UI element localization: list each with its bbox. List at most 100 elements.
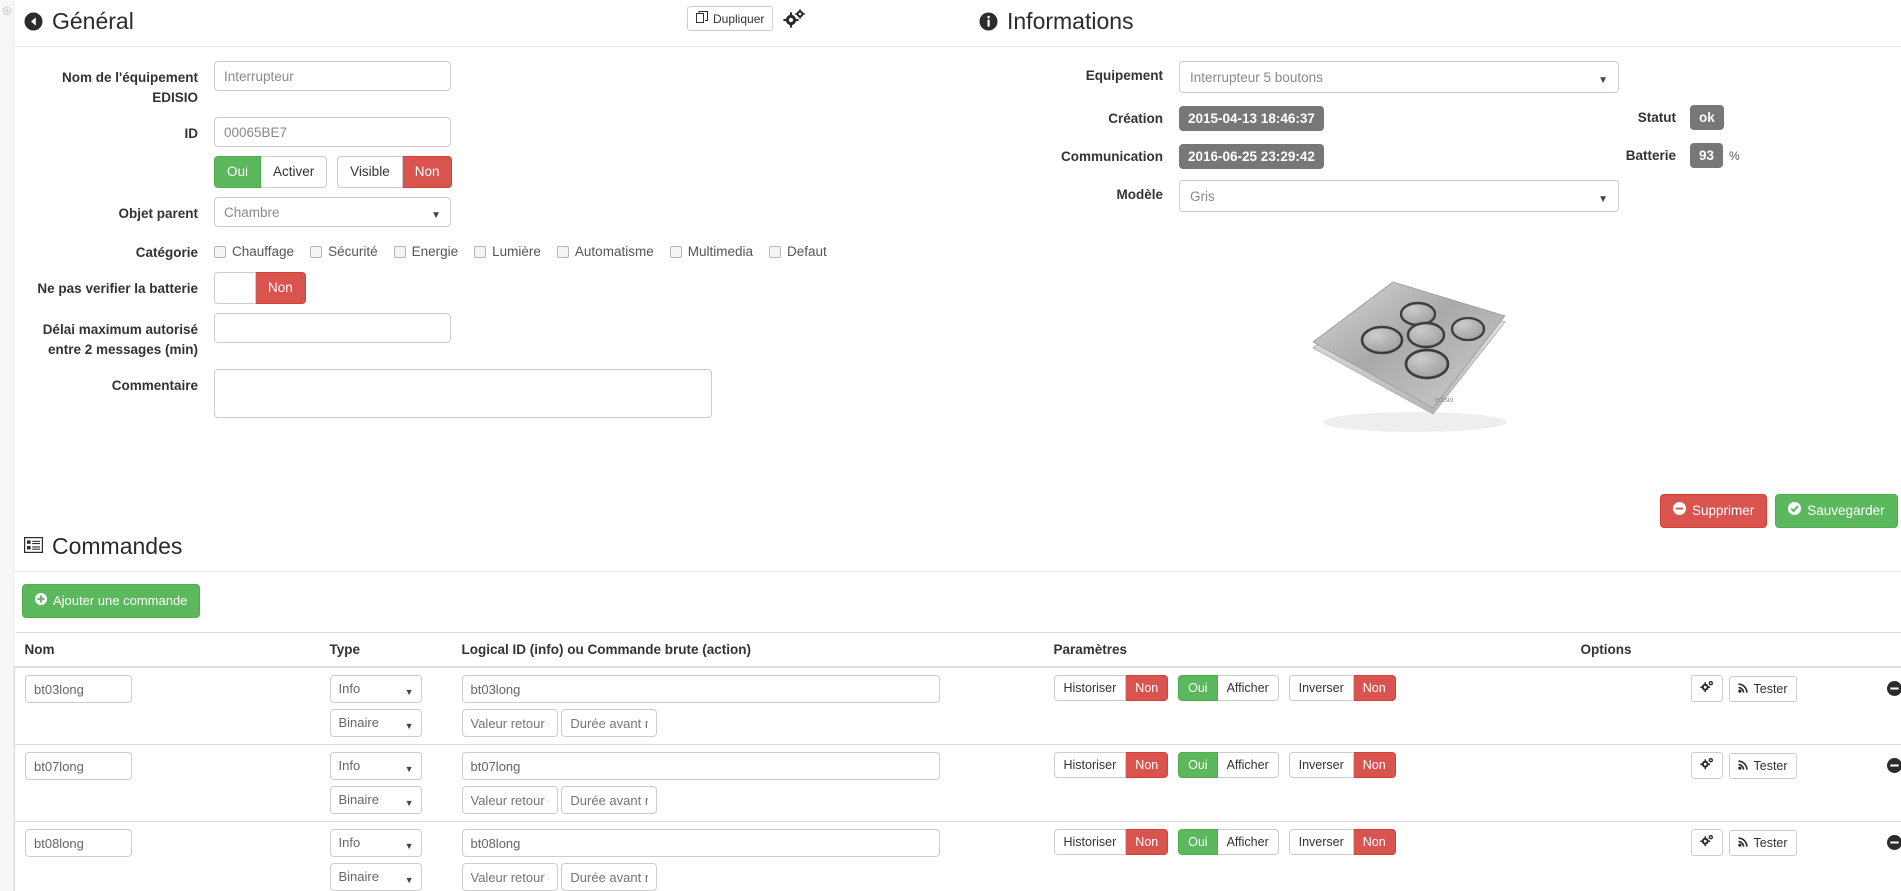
cell-options bbox=[1570, 821, 1681, 891]
category-multimedia[interactable]: Multimedia bbox=[669, 244, 753, 259]
category-chauffage[interactable]: Chauffage bbox=[214, 244, 294, 259]
general-panel: Général Nom de l'équipement EDISIO ID bbox=[14, 0, 969, 520]
category-automatisme[interactable]: Automatisme bbox=[556, 244, 654, 259]
valeur-retour-input[interactable] bbox=[461, 863, 558, 891]
equipement-select[interactable]: Interrupteur 5 boutons ▼ bbox=[1179, 61, 1619, 93]
visible-button[interactable]: Visible bbox=[337, 156, 403, 188]
rss-icon bbox=[1737, 681, 1749, 697]
duree-avant-retour-input[interactable] bbox=[561, 863, 658, 891]
command-test-button[interactable]: Tester bbox=[1728, 675, 1797, 702]
chevron-down-icon: ▼ bbox=[404, 875, 414, 885]
command-type-select[interactable]: Info ▼ bbox=[329, 675, 422, 703]
command-subtype-select[interactable]: Binaire ▼ bbox=[329, 786, 422, 814]
battery-check-toggle-group: Non bbox=[214, 272, 306, 304]
category-energie[interactable]: Energie bbox=[393, 244, 458, 259]
checkbox-icon[interactable] bbox=[556, 245, 569, 258]
battery-check-yes-button[interactable] bbox=[214, 272, 256, 304]
communication-row: Communication 2016-06-25 23:29:42 bbox=[969, 142, 1901, 169]
logical-id-input[interactable] bbox=[461, 829, 940, 857]
equipment-name-input[interactable] bbox=[214, 61, 451, 91]
valeur-retour-input[interactable] bbox=[461, 709, 558, 737]
duree-avant-retour-input[interactable] bbox=[561, 786, 658, 814]
inverser-state-button[interactable]: Non bbox=[1353, 829, 1396, 855]
duplicate-button[interactable]: Dupliquer bbox=[687, 6, 774, 31]
commands-table: Nom Type Logical ID (info) ou Commande b… bbox=[14, 632, 1901, 891]
equipment-id-input[interactable] bbox=[214, 117, 451, 147]
checkbox-icon[interactable] bbox=[768, 245, 781, 258]
command-subtype-select[interactable]: Binaire ▼ bbox=[329, 709, 422, 737]
command-subtype-value: Binaire bbox=[338, 869, 379, 884]
afficher-label-button[interactable]: Afficher bbox=[1217, 752, 1279, 778]
command-name-input[interactable] bbox=[25, 752, 132, 780]
inverser-label-button[interactable]: Inverser bbox=[1288, 752, 1354, 778]
logical-id-input[interactable] bbox=[461, 675, 940, 703]
category-securite[interactable]: Sécurité bbox=[310, 244, 378, 259]
historiser-label-button[interactable]: Historiser bbox=[1053, 675, 1127, 701]
checkbox-icon[interactable] bbox=[393, 245, 406, 258]
max-delay-input[interactable] bbox=[214, 313, 451, 343]
inverser-state-button[interactable]: Non bbox=[1353, 752, 1396, 778]
parent-object-select[interactable]: Chambre ▼ bbox=[214, 197, 451, 227]
historiser-toggle-group: Historiser Non bbox=[1053, 829, 1169, 855]
logical-id-input[interactable] bbox=[461, 752, 940, 780]
cell-nom bbox=[14, 744, 320, 822]
command-type-value: Info bbox=[338, 835, 361, 850]
historiser-label-button[interactable]: Historiser bbox=[1053, 829, 1127, 855]
category-lumiere[interactable]: Lumière bbox=[474, 244, 541, 259]
afficher-label-button[interactable]: Afficher bbox=[1217, 675, 1279, 701]
checkbox-icon[interactable] bbox=[474, 245, 487, 258]
afficher-label-button[interactable]: Afficher bbox=[1217, 829, 1279, 855]
command-subtype-select[interactable]: Binaire ▼ bbox=[329, 863, 422, 891]
checkbox-icon[interactable] bbox=[214, 245, 226, 258]
no-battery-check-label: Ne pas verifier la batterie bbox=[37, 281, 198, 296]
command-type-select[interactable]: Info ▼ bbox=[329, 752, 422, 780]
command-type-value: Info bbox=[338, 681, 361, 696]
delete-button[interactable]: Supprimer bbox=[1660, 494, 1768, 528]
chevron-down-icon: ▼ bbox=[404, 841, 414, 851]
arrow-circle-left-icon[interactable] bbox=[24, 12, 43, 31]
historiser-state-button[interactable]: Non bbox=[1126, 675, 1169, 701]
category-defaut[interactable]: Defaut bbox=[768, 244, 827, 259]
enable-yes-button[interactable]: Oui bbox=[214, 156, 262, 188]
historiser-label-button[interactable]: Historiser bbox=[1053, 752, 1127, 778]
afficher-state-button[interactable]: Oui bbox=[1178, 752, 1218, 778]
command-config-button[interactable] bbox=[1690, 752, 1723, 779]
max-delay-label: Délai maximum autorisé entre 2 messages … bbox=[42, 322, 198, 357]
batterie-row: Batterie 93 % bbox=[1590, 143, 1740, 168]
valeur-retour-input[interactable] bbox=[461, 786, 558, 814]
save-button[interactable]: Sauvegarder bbox=[1775, 494, 1898, 528]
chevron-down-icon: ▼ bbox=[404, 687, 414, 697]
creation-label: Création bbox=[1108, 111, 1163, 126]
battery-check-no-button[interactable]: Non bbox=[256, 272, 306, 304]
command-config-button[interactable] bbox=[1690, 675, 1723, 702]
collapse-dot-icon[interactable]: ⊕ bbox=[0, 4, 14, 18]
modele-select[interactable]: Gris ▼ bbox=[1179, 180, 1619, 212]
historiser-state-button[interactable]: Non bbox=[1126, 829, 1169, 855]
enable-activer-button[interactable]: Activer bbox=[261, 156, 328, 188]
checkbox-icon[interactable] bbox=[310, 245, 323, 258]
historiser-state-button[interactable]: Non bbox=[1126, 752, 1169, 778]
inverser-label-button[interactable]: Inverser bbox=[1288, 829, 1354, 855]
command-remove-icon[interactable] bbox=[1886, 758, 1901, 773]
inverser-toggle-group: Inverser Non bbox=[1288, 752, 1396, 778]
command-test-button[interactable]: Tester bbox=[1728, 829, 1797, 856]
checkbox-icon[interactable] bbox=[669, 245, 682, 258]
afficher-state-button[interactable]: Oui bbox=[1178, 675, 1218, 701]
comment-textarea[interactable] bbox=[214, 369, 712, 418]
cogs-icon[interactable] bbox=[783, 8, 806, 29]
visible-no-button[interactable]: Non bbox=[402, 156, 453, 188]
command-test-button[interactable]: Tester bbox=[1728, 752, 1797, 779]
command-remove-icon[interactable] bbox=[1886, 835, 1901, 850]
command-name-input[interactable] bbox=[25, 829, 132, 857]
cell-parametres: Historiser Non Oui Afficher Inverser Non bbox=[1043, 744, 1571, 822]
inverser-state-button[interactable]: Non bbox=[1353, 675, 1396, 701]
command-remove-icon[interactable] bbox=[1886, 681, 1901, 696]
statut-row: Statut ok bbox=[1590, 105, 1740, 130]
command-name-input[interactable] bbox=[25, 675, 132, 703]
duree-avant-retour-input[interactable] bbox=[561, 709, 658, 737]
command-type-select[interactable]: Info ▼ bbox=[329, 829, 422, 857]
afficher-state-button[interactable]: Oui bbox=[1178, 829, 1218, 855]
add-command-button[interactable]: Ajouter une commande bbox=[22, 584, 201, 618]
command-config-button[interactable] bbox=[1690, 829, 1723, 856]
inverser-label-button[interactable]: Inverser bbox=[1288, 675, 1354, 701]
